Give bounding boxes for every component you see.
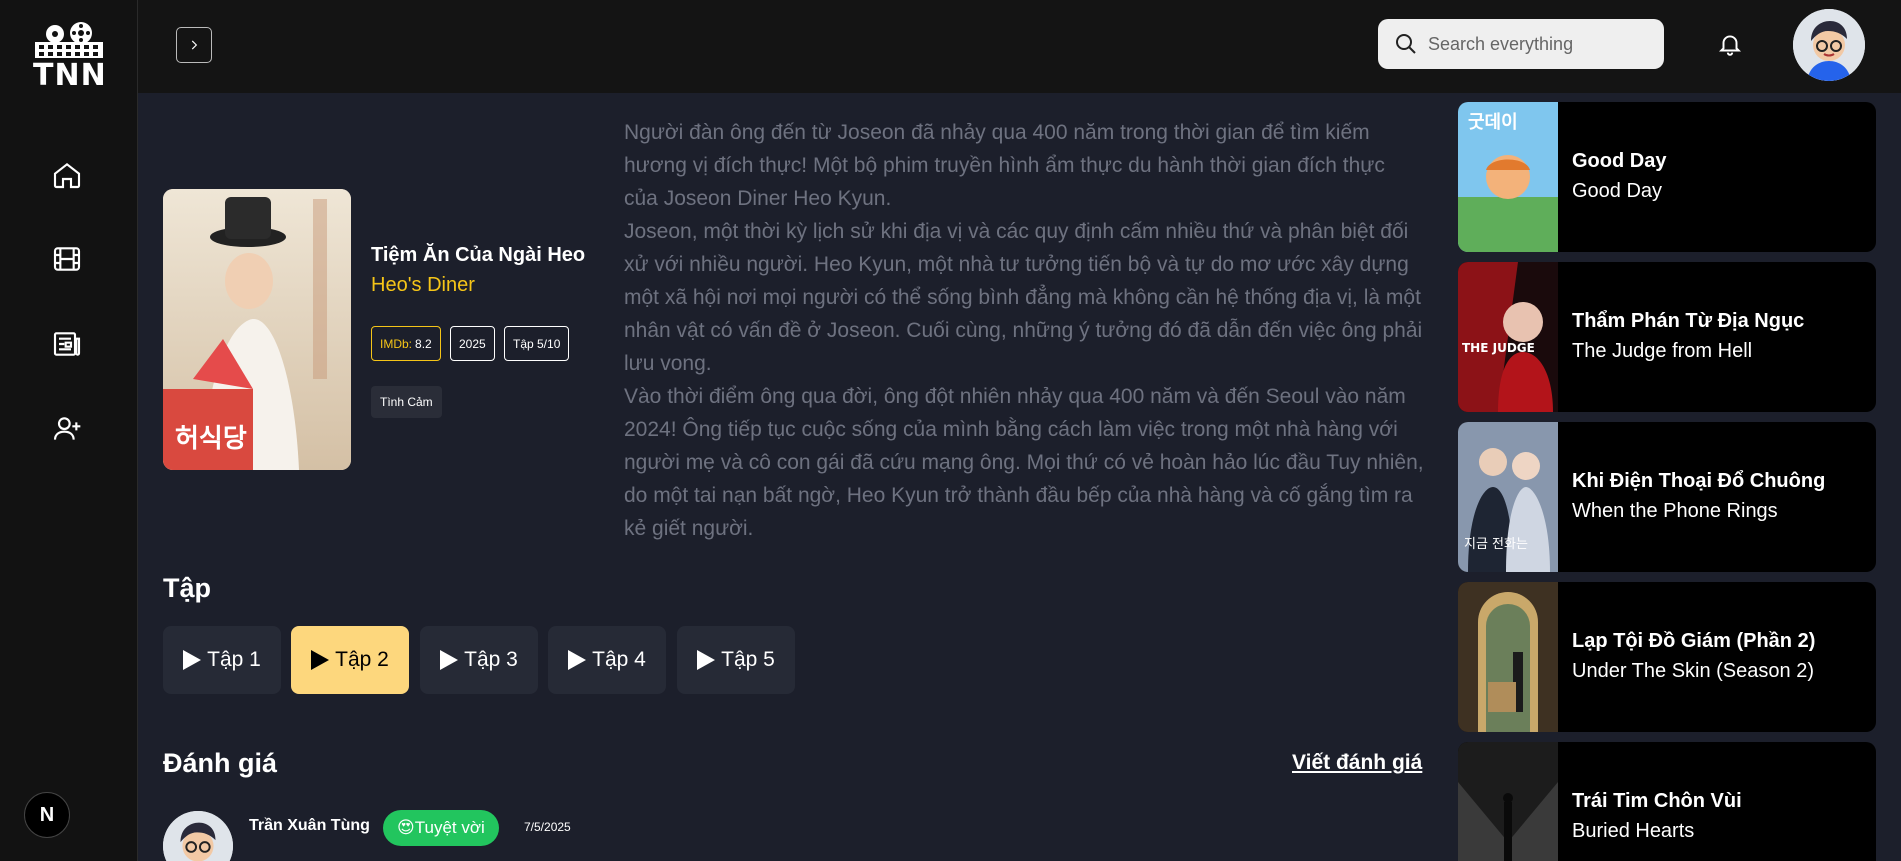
episode-label: Tập 3 bbox=[464, 648, 518, 671]
related-poster: 지금 전화는 bbox=[1458, 422, 1558, 572]
svg-text:지금 전화는: 지금 전화는 bbox=[1464, 537, 1528, 552]
nextjs-badge-icon[interactable]: N bbox=[24, 792, 70, 838]
logo[interactable]: TNN bbox=[33, 22, 107, 93]
related-movie-card[interactable]: 지금 전화는 Khi Điện Thoại Đổ Chuông When the… bbox=[1458, 422, 1876, 572]
logo-text: TNN bbox=[33, 58, 107, 93]
episode-button-1[interactable]: Tập 1 bbox=[163, 626, 281, 694]
svg-text:허식당: 허식당 bbox=[175, 424, 247, 454]
reviewer-name: Trần Xuân Tùng bbox=[249, 817, 370, 834]
movie-description: Người đàn ông đến từ Joseon đã nhảy qua … bbox=[624, 116, 1424, 545]
related-subtitle: Under The Skin (Season 2) bbox=[1572, 660, 1814, 682]
imdb-label: IMDb: bbox=[380, 336, 413, 351]
related-movie-card[interactable]: THE JUDGE Thẩm Phán Từ Địa Ngục The Judg… bbox=[1458, 262, 1876, 412]
play-icon bbox=[183, 650, 202, 670]
episode-button-2[interactable]: Tập 2 bbox=[291, 626, 409, 694]
review-rating-badge: 😍 Tuyệt vời bbox=[383, 810, 499, 846]
movie-title: Tiệm Ăn Của Ngài Heo bbox=[371, 244, 586, 266]
related-poster bbox=[1458, 582, 1558, 732]
episode-label: Tập 5 bbox=[721, 648, 775, 671]
related-subtitle: Good Day bbox=[1572, 180, 1663, 202]
movie-original-title: Heo's Diner bbox=[371, 274, 475, 296]
episode-label: Tập 4 bbox=[592, 648, 646, 671]
sidebar: TNN N bbox=[0, 0, 138, 861]
related-poster bbox=[1458, 742, 1558, 861]
film-reel-logo-icon bbox=[35, 22, 103, 58]
play-icon bbox=[568, 650, 587, 670]
related-title: Trái Tim Chôn Vùi bbox=[1572, 790, 1742, 812]
reviewer-avatar bbox=[163, 811, 233, 861]
top-header bbox=[138, 0, 1901, 93]
episode-button-4[interactable]: Tập 4 bbox=[548, 626, 666, 694]
related-title: Khi Điện Thoại Đổ Chuông bbox=[1572, 470, 1826, 492]
episode-label: Tập 1 bbox=[207, 648, 261, 671]
related-title: Good Day bbox=[1572, 150, 1667, 172]
movie-poster[interactable]: 허식당 bbox=[163, 189, 351, 470]
notification-bell-icon[interactable] bbox=[1714, 28, 1746, 60]
related-subtitle: The Judge from Hell bbox=[1572, 340, 1753, 362]
home-icon[interactable] bbox=[48, 156, 86, 194]
year-chip: 2025 bbox=[450, 326, 495, 361]
review-date: 7/5/2025 bbox=[524, 820, 571, 834]
poster-image: 허식당 bbox=[163, 189, 351, 470]
related-movie-card[interactable]: Lạp Tội Đồ Giám (Phần 2) Under The Skin … bbox=[1458, 582, 1876, 732]
avatar-illustration bbox=[1793, 9, 1865, 81]
film-icon[interactable] bbox=[48, 240, 86, 278]
play-icon bbox=[440, 650, 459, 670]
description-paragraph: Người đàn ông đến từ Joseon đã nhảy qua … bbox=[624, 121, 1385, 210]
heart-eyes-emoji-icon: 😍 bbox=[397, 818, 415, 837]
related-subtitle: Buried Hearts bbox=[1572, 820, 1695, 842]
news-icon[interactable] bbox=[48, 325, 86, 363]
svg-text:굿데이: 굿데이 bbox=[1468, 112, 1518, 133]
description-paragraph: Vào thời điểm ông qua đời, ông đột nhiên… bbox=[624, 385, 1424, 540]
description-paragraph: Joseon, một thời kỳ lịch sử khi địa vị v… bbox=[624, 220, 1423, 375]
episode-button-3[interactable]: Tập 3 bbox=[420, 626, 538, 694]
search-icon bbox=[1396, 34, 1416, 54]
related-poster: THE JUDGE bbox=[1458, 262, 1558, 412]
episode-button-5[interactable]: Tập 5 bbox=[677, 626, 795, 694]
avatar-illustration bbox=[163, 811, 233, 861]
play-icon bbox=[311, 650, 330, 670]
related-poster: 굿데이 bbox=[1458, 102, 1558, 252]
genre-tag[interactable]: Tình Cảm bbox=[371, 386, 442, 418]
search-input[interactable] bbox=[1428, 33, 1648, 55]
write-review-link[interactable]: Viết đánh giá bbox=[1292, 751, 1422, 775]
episode-label: Tập 2 bbox=[335, 648, 389, 671]
sidebar-toggle-button[interactable] bbox=[176, 27, 212, 63]
related-title: Thẩm Phán Từ Địa Ngục bbox=[1572, 310, 1805, 332]
imdb-rating-chip: IMDb: 8.2 bbox=[371, 326, 441, 361]
related-movie-card[interactable]: 굿데이 Good Day Good Day bbox=[1458, 102, 1876, 252]
add-user-icon[interactable] bbox=[48, 410, 86, 448]
svg-text:THE JUDGE: THE JUDGE bbox=[1462, 341, 1535, 355]
search-bar[interactable] bbox=[1378, 19, 1664, 69]
related-movie-card[interactable]: Trái Tim Chôn Vùi Buried Hearts bbox=[1458, 742, 1876, 861]
user-avatar[interactable] bbox=[1793, 9, 1865, 81]
episode-progress-chip: Tập 5/10 bbox=[504, 326, 570, 361]
play-icon bbox=[697, 650, 716, 670]
reviews-heading: Đánh giá bbox=[163, 748, 278, 778]
related-subtitle: When the Phone Rings bbox=[1572, 500, 1778, 522]
review-rating-label: Tuyệt vời bbox=[414, 818, 485, 837]
chevron-right-icon bbox=[191, 40, 198, 50]
imdb-score: 8.2 bbox=[415, 336, 432, 351]
related-title: Lạp Tội Đồ Giám (Phần 2) bbox=[1572, 630, 1816, 652]
episodes-heading: Tập bbox=[163, 573, 212, 603]
